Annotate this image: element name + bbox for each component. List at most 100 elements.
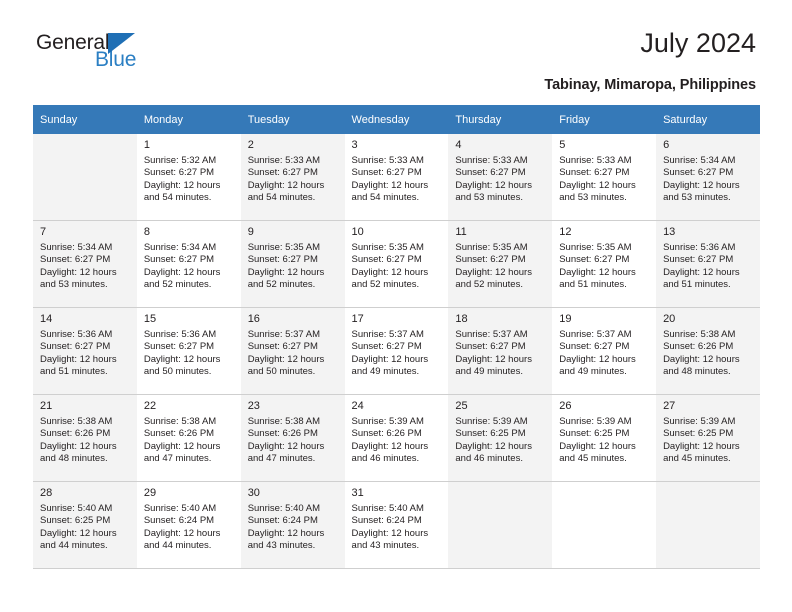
calendar-day-cell[interactable]: 12 Sunrise: 5:35 AM Sunset: 6:27 PM Dayligh… (552, 220, 657, 308)
calendar-day-cell[interactable]: 4 Sunrise: 5:33 AM Sunset: 6:27 PM Daylight… (448, 134, 553, 221)
sunrise-time: Sunrise: 5:38 AM (663, 329, 736, 340)
day-cell-content: 2 Sunrise: 5:33 AM Sunset: 6:27 PM Daylight… (241, 134, 345, 220)
day-cell-content: 11 Sunrise: 5:35 AM Sunset: 6:27 PM Dayligh… (448, 221, 552, 307)
daylight-duration-line1: Daylight: 12 hours (143, 440, 221, 452)
calendar-day-cell[interactable]: 13 Sunrise: 5:36 AM Sunset: 6:27 PM Dayligh… (656, 220, 760, 308)
calendar-day-cell[interactable]: 29 Sunrise: 5:40 AM Sunset: 6:24 PM Dayligh… (136, 481, 241, 569)
day-cell-content: 4 Sunrise: 5:33 AM Sunset: 6:27 PM Daylight… (448, 134, 552, 220)
day-sun-info: Sunrise: 5:35 AM Sunset: 6:27 PM Daylight:… (559, 242, 650, 292)
calendar-day-cell[interactable]: 17 Sunrise: 5:37 AM Sunset: 6:27 PM Dayligh… (344, 307, 449, 395)
sunrise-time: Sunrise: 5:33 AM (559, 155, 632, 166)
daylight-duration-line1: Daylight: 12 hours (559, 440, 636, 452)
calendar-week-row: 14 Sunrise: 5:36 AM Sunset: 6:27 PM Dayligh… (33, 307, 760, 395)
day-cell-content: 6 Sunrise: 5:34 AM Sunset: 6:27 PM Daylight… (656, 134, 760, 220)
logo-word-general: General (36, 31, 110, 54)
daylight-duration-line2: and 54 minutes. (247, 192, 316, 204)
day-number: 7 (40, 226, 47, 238)
day-number (455, 486, 546, 500)
daylight-duration-line1: Daylight: 12 hours (40, 527, 117, 539)
calendar-day-cell[interactable]: 6 Sunrise: 5:34 AM Sunset: 6:27 PM Daylight… (656, 134, 760, 221)
daylight-duration-line1: Daylight: 12 hours (247, 266, 325, 278)
calendar-day-cell[interactable]: 18 Sunrise: 5:37 AM Sunset: 6:27 PM Dayligh… (448, 307, 553, 395)
daylight-duration-line1: Daylight: 12 hours (455, 266, 532, 278)
calendar-day-cell[interactable]: 21 Sunrise: 5:38 AM Sunset: 6:26 PM Dayligh… (33, 394, 137, 482)
calendar-day-cell[interactable]: 3 Sunrise: 5:33 AM Sunset: 6:27 PM Daylight… (344, 134, 449, 221)
daylight-duration-line2: and 45 minutes. (559, 453, 627, 465)
calendar-day-cell[interactable]: 30 Sunrise: 5:40 AM Sunset: 6:24 PM Dayligh… (240, 481, 345, 569)
day-cell-content: 5 Sunrise: 5:33 AM Sunset: 6:27 PM Daylight… (552, 134, 656, 220)
day-sun-info: Sunrise: 5:35 AM Sunset: 6:27 PM Daylight:… (248, 242, 339, 292)
sunset-time: Sunset: 6:27 PM (559, 254, 630, 266)
calendar-day-cell[interactable]: 15 Sunrise: 5:36 AM Sunset: 6:27 PM Dayligh… (136, 307, 241, 395)
calendar-day-cell[interactable]: 26 Sunrise: 5:39 AM Sunset: 6:25 PM Dayligh… (552, 394, 657, 482)
sunrise-time: Sunrise: 5:33 AM (351, 155, 424, 166)
day-number: 3 (351, 139, 358, 151)
daylight-duration-line2: and 49 minutes. (351, 366, 420, 378)
day-cell-content: 21 Sunrise: 5:38 AM Sunset: 6:26 PM Dayligh… (33, 395, 137, 481)
calendar-container: Sunday Monday Tuesday Wednesday Thursday… (33, 105, 760, 569)
day-sun-info: Sunrise: 5:40 AM Sunset: 6:25 PM Daylight:… (40, 503, 131, 553)
day-cell-content (656, 482, 760, 568)
sunset-time: Sunset: 6:27 PM (559, 341, 630, 353)
daylight-duration-line1: Daylight: 12 hours (143, 353, 221, 365)
day-sun-info: Sunrise: 5:34 AM Sunset: 6:27 PM Daylight:… (663, 155, 754, 205)
daylight-duration-line2: and 49 minutes. (455, 366, 523, 378)
day-cell-content: 12 Sunrise: 5:35 AM Sunset: 6:27 PM Dayligh… (552, 221, 656, 307)
calendar-day-cell[interactable]: 9 Sunrise: 5:35 AM Sunset: 6:27 PM Daylight… (240, 220, 345, 308)
day-number: 9 (247, 226, 254, 238)
sunrise-time: Sunrise: 5:35 AM (559, 242, 632, 253)
calendar-day-cell[interactable]: 19 Sunrise: 5:37 AM Sunset: 6:27 PM Dayligh… (552, 307, 657, 395)
calendar-day-cell[interactable]: 23 Sunrise: 5:38 AM Sunset: 6:26 PM Dayligh… (240, 394, 345, 482)
day-number: 11 (455, 226, 467, 238)
sunset-time: Sunset: 6:27 PM (455, 167, 526, 179)
calendar-day-cell[interactable]: 22 Sunrise: 5:38 AM Sunset: 6:26 PM Dayligh… (136, 394, 241, 482)
daylight-duration-line2: and 51 minutes. (559, 279, 627, 291)
day-number: 2 (247, 139, 254, 151)
calendar-day-cell[interactable]: 2 Sunrise: 5:33 AM Sunset: 6:27 PM Daylight… (240, 134, 345, 221)
calendar-day-cell[interactable]: 8 Sunrise: 5:34 AM Sunset: 6:27 PM Daylight… (136, 220, 241, 308)
calendar-empty-cell (33, 134, 137, 221)
sunrise-time: Sunrise: 5:38 AM (247, 416, 321, 427)
sunrise-time: Sunrise: 5:40 AM (40, 503, 113, 514)
calendar-day-cell[interactable]: 14 Sunrise: 5:36 AM Sunset: 6:27 PM Dayligh… (33, 307, 137, 395)
daylight-duration-line1: Daylight: 12 hours (247, 440, 325, 452)
daylight-duration-line2: and 44 minutes. (40, 540, 108, 552)
daylight-duration-line1: Daylight: 12 hours (663, 266, 740, 278)
calendar-week-row: 7 Sunrise: 5:34 AM Sunset: 6:27 PM Daylight… (33, 220, 760, 308)
calendar-empty-cell (552, 481, 657, 569)
sunrise-time: Sunrise: 5:33 AM (455, 155, 528, 166)
sunset-time: Sunset: 6:24 PM (247, 515, 318, 527)
calendar-body: 1 Sunrise: 5:32 AM Sunset: 6:27 PM Daylight… (33, 134, 760, 569)
sunset-time: Sunset: 6:27 PM (351, 341, 422, 353)
daylight-duration-line2: and 46 minutes. (455, 453, 523, 465)
calendar-day-cell[interactable]: 31 Sunrise: 5:40 AM Sunset: 6:24 PM Dayligh… (344, 481, 449, 569)
calendar-day-cell[interactable]: 10 Sunrise: 5:35 AM Sunset: 6:27 PM Dayligh… (344, 220, 449, 308)
daylight-duration-line1: Daylight: 12 hours (663, 440, 740, 452)
calendar-day-cell[interactable]: 28 Sunrise: 5:40 AM Sunset: 6:25 PM Dayligh… (33, 481, 137, 569)
weekday-header-friday: Friday (552, 105, 657, 134)
day-sun-info: Sunrise: 5:38 AM Sunset: 6:26 PM Daylight:… (248, 416, 339, 466)
calendar-day-cell[interactable]: 7 Sunrise: 5:34 AM Sunset: 6:27 PM Daylight… (33, 220, 137, 308)
calendar-day-cell[interactable]: 20 Sunrise: 5:38 AM Sunset: 6:26 PM Dayligh… (656, 307, 760, 395)
day-cell-content: 18 Sunrise: 5:37 AM Sunset: 6:27 PM Dayligh… (448, 308, 552, 394)
calendar-week-row: 21 Sunrise: 5:38 AM Sunset: 6:26 PM Dayligh… (33, 394, 760, 482)
day-number: 30 (247, 487, 260, 499)
sunrise-time: Sunrise: 5:37 AM (559, 329, 632, 340)
calendar-day-cell[interactable]: 1 Sunrise: 5:32 AM Sunset: 6:27 PM Daylight… (136, 134, 241, 221)
sunset-time: Sunset: 6:27 PM (663, 167, 734, 179)
day-cell-content: 30 Sunrise: 5:40 AM Sunset: 6:24 PM Dayligh… (241, 482, 345, 568)
calendar-day-cell[interactable]: 25 Sunrise: 5:39 AM Sunset: 6:25 PM Dayligh… (448, 394, 553, 482)
calendar-day-cell[interactable]: 16 Sunrise: 5:37 AM Sunset: 6:27 PM Dayligh… (240, 307, 345, 395)
day-number (559, 486, 650, 500)
weekday-header-sunday: Sunday (33, 105, 137, 134)
daylight-duration-line1: Daylight: 12 hours (247, 527, 325, 539)
calendar-day-cell[interactable]: 11 Sunrise: 5:35 AM Sunset: 6:27 PM Dayligh… (448, 220, 553, 308)
day-number: 20 (663, 313, 676, 325)
calendar-day-cell[interactable]: 24 Sunrise: 5:39 AM Sunset: 6:26 PM Dayligh… (344, 394, 449, 482)
weekday-header-thursday: Thursday (448, 105, 553, 134)
daylight-duration-line2: and 51 minutes. (40, 366, 108, 378)
day-number: 18 (455, 313, 468, 325)
calendar-day-cell[interactable]: 27 Sunrise: 5:39 AM Sunset: 6:25 PM Dayligh… (656, 394, 760, 482)
day-number: 12 (559, 226, 572, 238)
calendar-day-cell[interactable]: 5 Sunrise: 5:33 AM Sunset: 6:27 PM Daylight… (552, 134, 657, 221)
